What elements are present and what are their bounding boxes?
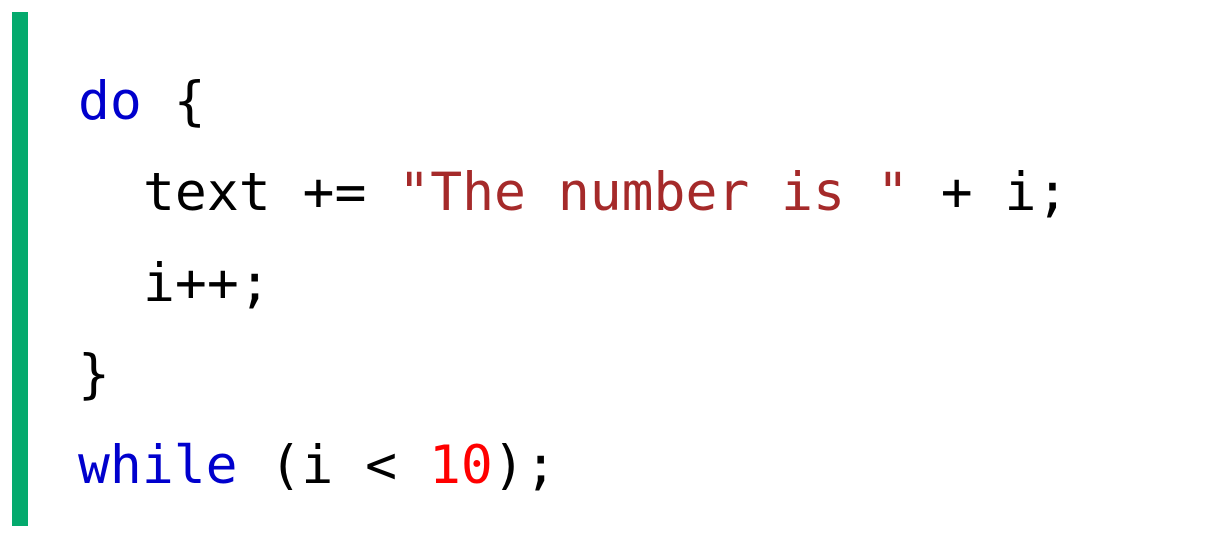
keyword-while: while <box>78 435 238 496</box>
code-line-1: do { <box>78 56 1068 147</box>
code-line-2: text += "The number is " + i; <box>78 147 1068 238</box>
increment-statement: i++; <box>143 253 271 314</box>
close-brace: } <box>78 344 110 405</box>
accent-bar <box>12 12 28 526</box>
code-line-3: i++; <box>78 238 1068 329</box>
code-block: do {text += "The number is " + i; i++;} wh… <box>78 56 1068 511</box>
code-example-frame: do {text += "The number is " + i; i++;} wh… <box>0 0 1216 539</box>
code-line-4: } <box>78 329 1068 420</box>
code-line-5: while (i < 10); <box>78 420 1068 511</box>
condition-open: (i < <box>237 435 429 496</box>
keyword-do: do <box>78 71 142 132</box>
assignment-rhs: + i; <box>908 162 1069 223</box>
condition-close: ); <box>492 435 557 496</box>
number-literal: 10 <box>429 435 493 496</box>
string-literal: "The number is " <box>398 162 909 223</box>
open-brace: { <box>141 71 206 132</box>
assignment-lhs: text += <box>143 162 399 223</box>
